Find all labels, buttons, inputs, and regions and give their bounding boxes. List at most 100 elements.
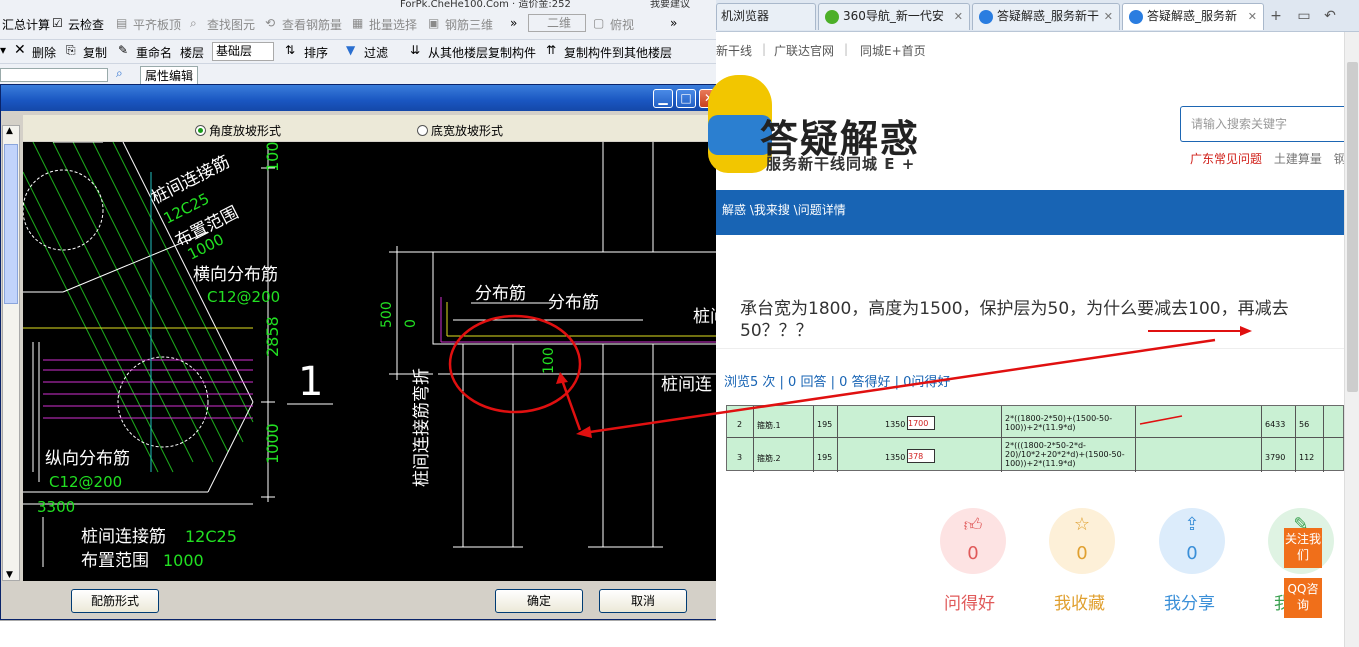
like-count: 0 [967, 543, 979, 564]
cad-top-strip: ForPk.CheHe100.Com · 造价金:252 我要建议 [0, 0, 716, 10]
tab-360-nav[interactable]: 360导航_新一代安 ✕ [818, 3, 970, 30]
align-slab-top-button[interactable]: 平齐板顶 [133, 16, 181, 33]
rename-icon: ✎ [118, 43, 129, 57]
scroll-up-icon[interactable]: ▲ [6, 126, 13, 136]
tab-list-icon[interactable]: ▭ [1294, 7, 1314, 25]
rebar-form-button[interactable]: 配筋形式 [71, 589, 159, 613]
close-tab-icon[interactable]: ✕ [954, 4, 963, 29]
site-logo-subtitle: 服务新干线同城 E + [766, 155, 916, 173]
row-len: 1350 [885, 420, 906, 429]
element-search-input[interactable] [0, 68, 108, 82]
tab-property-edit[interactable]: 属性编辑 [140, 66, 199, 84]
row-formula: 2*(((1800-2*50-2*d-20)/10*2+20*2*d)+(150… [1005, 441, 1125, 468]
like-button[interactable]: 👍︎ 0 [940, 508, 1006, 574]
favorite-count: 0 [1076, 543, 1088, 564]
follow-us-button[interactable]: 关注我们 [1284, 528, 1322, 568]
cad-lower-area [0, 620, 722, 647]
browser-window: 机浏览器 360导航_新一代安 ✕ 答疑解惑_服务新干 ✕ 答疑解惑_服务新 ✕ + … [708, 0, 1359, 647]
summary-calc-button[interactable]: 汇总计算 [2, 16, 50, 33]
qq-consult-button[interactable]: QQ咨询 [1284, 578, 1322, 618]
search-input[interactable]: 请输入搜索关键字 [1180, 106, 1350, 142]
row-no: 2 [737, 420, 743, 429]
find-element-button[interactable]: 查找图元 [207, 16, 255, 33]
copy-button[interactable]: 复制 [83, 44, 107, 61]
copy-from-floor-button[interactable]: 从其他楼层复制构件 [428, 44, 536, 61]
dim-2858: 2858 [263, 316, 282, 357]
rename-button[interactable]: 重命名 [136, 44, 172, 61]
tab-qa-1[interactable]: 答疑解惑_服务新干 ✕ [972, 3, 1120, 30]
favorite-label[interactable]: 我收藏 [1054, 589, 1105, 614]
sort-button[interactable]: 排序 [304, 44, 328, 61]
hot-links: 广东常见问题 土建算量 钢 [1190, 150, 1346, 167]
page-scrollbar[interactable] [1344, 32, 1359, 647]
toolbar-overflow-1[interactable]: » [510, 16, 517, 30]
tab-label: 机浏览器 [721, 9, 770, 23]
filter-button[interactable]: 过滤 [364, 44, 388, 61]
like-label[interactable]: 问得好 [944, 589, 995, 614]
share-label[interactable]: 我分享 [1164, 589, 1215, 614]
embedded-screenshot-table: 2 箍筋.1 195 1350 1700 2*((1800-2*50)+(150… [726, 405, 1345, 472]
property-strip: ⌕ 属性编辑 [0, 64, 716, 84]
cad-drawing-canvas[interactable]: 100 2858 1000 1 桩间连接筋 12C25 布置范围 1000 横向… [23, 142, 721, 581]
row-name: 箍筋.1 [757, 421, 781, 430]
view-rebar-qty-button[interactable]: 查看钢筋量 [282, 16, 342, 33]
top-links: 新干线 | 广联达官网 | 同城E+首页 [716, 32, 1359, 68]
tab-browser[interactable]: 机浏览器 [716, 3, 816, 30]
tab-label: 360导航_新一代安 [843, 9, 944, 23]
tab-qa-active[interactable]: 答疑解惑_服务新 ✕ [1122, 3, 1264, 30]
cloud-check-button[interactable]: 云检查 [68, 16, 104, 33]
favorite-button[interactable]: ☆ 0 [1049, 508, 1115, 574]
share-button[interactable]: ⇪ 0 [1159, 508, 1225, 574]
link-city-home[interactable]: 同城E+首页 [860, 42, 926, 59]
view-2d-select[interactable]: 二维 [528, 14, 587, 32]
dialog-titlebar[interactable]: ▁ □ ✕ [1, 85, 721, 111]
top-view-button[interactable]: 俯视 [610, 16, 634, 33]
bottom-layout-value: 1000 [163, 551, 204, 570]
close-tab-icon[interactable]: ✕ [1248, 4, 1257, 29]
scroll-down-icon[interactable]: ▼ [6, 570, 13, 580]
maximize-icon[interactable]: □ [676, 89, 696, 108]
dialog-vertical-scrollbar[interactable]: ▲ ▼ [2, 125, 20, 581]
link-xingan[interactable]: 新干线 [716, 42, 752, 59]
scrollbar-thumb[interactable] [4, 144, 18, 304]
filter-icon: ▼ [346, 43, 356, 57]
share-icon: ⇪ [1184, 514, 1200, 535]
separator: | [844, 42, 849, 56]
minimize-icon[interactable]: ▁ [653, 89, 673, 108]
vertical-dist-label: 纵向分布筋 [45, 449, 130, 469]
toolbar-overflow-2[interactable]: » [670, 16, 677, 30]
link-glodon[interactable]: 广联达官网 [774, 42, 834, 59]
new-tab-icon[interactable]: + [1266, 7, 1286, 25]
tab-label: 答疑解惑_服务新 [1147, 9, 1238, 23]
batch-select-button[interactable]: 批量选择 [369, 16, 417, 33]
delete-button[interactable]: 删除 [32, 44, 56, 61]
dim-1000: 1000 [263, 423, 282, 464]
row-total: 3790 [1265, 453, 1286, 462]
row-count: 56 [1299, 420, 1310, 429]
radio-width-slope[interactable]: 底宽放坡形式 [417, 122, 503, 139]
breadcrumb-bar: 解惑 \我来搜 \问题详情 [716, 190, 1344, 235]
close-tab-icon[interactable]: ✕ [1104, 4, 1113, 29]
cancel-button[interactable]: 取消 [599, 589, 687, 613]
copy-to-floor-button[interactable]: 复制构件到其他楼层 [564, 44, 672, 61]
floor-select[interactable]: 基础层 [212, 42, 274, 61]
restore-icon[interactable]: ↶ [1320, 7, 1340, 25]
rebar-3d-button[interactable]: 钢筋三维 [445, 16, 493, 33]
hotlink-guangdong[interactable]: 广东常见问题 [1190, 152, 1262, 166]
browser-tabbar: 机浏览器 360导航_新一代安 ✕ 答疑解惑_服务新干 ✕ 答疑解惑_服务新 ✕ + … [716, 0, 1359, 32]
search-icon[interactable]: ⌕ [116, 66, 123, 81]
bottom-pile-link-spec: 12C25 [185, 527, 237, 546]
row-no: 3 [737, 453, 743, 462]
radio-angle-slope[interactable]: 角度放坡形式 [195, 122, 281, 139]
page-scrollbar-thumb[interactable] [1347, 62, 1358, 392]
floor-label: 楼层 [180, 46, 205, 60]
section-pile-label-2: 桩间连 [661, 375, 712, 395]
dim-3300: 3300 [37, 498, 75, 516]
section-dist-label-1: 分布筋 [475, 284, 526, 304]
row-count: 112 [1299, 453, 1315, 462]
suggest-link[interactable]: 我要建议 [650, 0, 690, 10]
ok-button[interactable]: 确定 [495, 589, 583, 613]
row-dia: 195 [817, 420, 833, 429]
breadcrumb[interactable]: 解惑 \我来搜 \问题详情 [722, 201, 846, 218]
hotlink-civil[interactable]: 土建算量 [1274, 152, 1322, 166]
